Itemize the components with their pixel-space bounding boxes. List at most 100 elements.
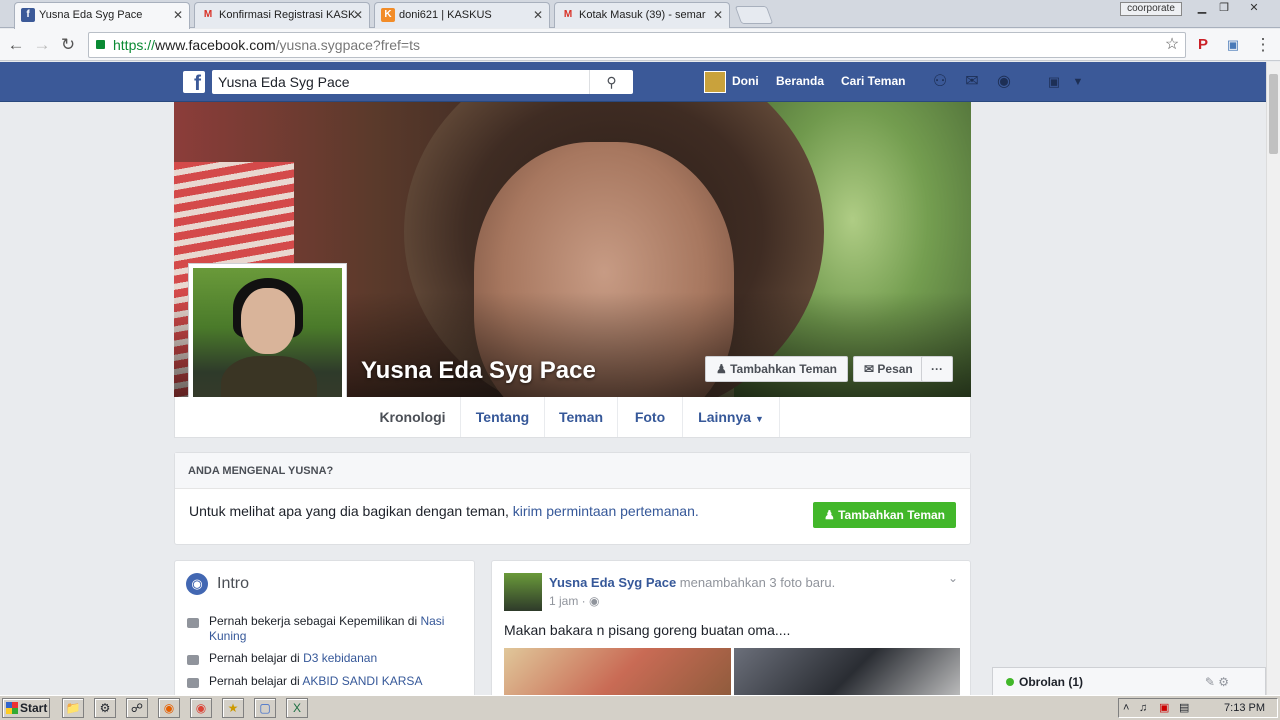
post-author-avatar[interactable] <box>504 573 542 611</box>
browser-tab-facebook[interactable]: f Yusna Eda Syg Pace ✕ <box>14 2 190 29</box>
browser-tab-gmail-inbox[interactable]: M Kotak Masuk (39) - semar ✕ <box>554 2 730 28</box>
search-input[interactable]: Yusna Eda Syg Pace ⚲ <box>212 70 633 94</box>
volume-icon[interactable]: ♫ <box>1139 699 1147 717</box>
add-friend-label: Tambahkan Teman <box>838 508 945 522</box>
search-icon[interactable]: ⚲ <box>589 70 633 94</box>
send-friend-request-link[interactable]: kirim permintaan pertemanan. <box>513 503 699 519</box>
profile-tabs: Kronologi Tentang Teman Foto Lainnya ▼ <box>174 397 971 438</box>
close-icon[interactable]: ✕ <box>533 3 543 27</box>
profile-name[interactable]: Yusna Eda Syg Pace <box>361 357 596 385</box>
photo-detail <box>241 288 295 354</box>
close-icon[interactable]: ✕ <box>353 3 363 27</box>
address-bar[interactable]: https://www.facebook.com/yusna.sygpace?f… <box>88 32 1186 58</box>
menu-icon[interactable]: ⋮ <box>1252 34 1274 56</box>
extension-icon[interactable]: ▣ <box>1222 34 1244 56</box>
start-label: Start <box>20 701 48 715</box>
message-label: Pesan <box>877 362 913 376</box>
back-arrow-icon[interactable]: ← <box>5 34 27 56</box>
pinterest-icon[interactable]: P <box>1192 34 1214 56</box>
url-path: /yusna.sygpace?fref=ts <box>275 37 421 53</box>
messages-icon[interactable]: ✉ <box>962 72 982 92</box>
gear-icon[interactable]: ⚙ <box>1218 675 1229 689</box>
intro-card: ◉ Intro Pernah bekerja sebagai Kepemilik… <box>174 560 475 700</box>
post-action: menambahkan 3 foto baru. <box>676 575 836 590</box>
education-icon <box>187 655 199 665</box>
browser-tab-kaskus[interactable]: K doni621 | KASKUS ✕ <box>374 2 550 28</box>
facebook-logo[interactable]: f <box>183 71 205 93</box>
scrollbar-thumb[interactable] <box>1269 74 1278 154</box>
chrome-icon[interactable]: ◉ <box>190 698 212 718</box>
start-button[interactable]: Start <box>2 698 50 718</box>
education-link[interactable]: D3 kebidanan <box>303 651 377 665</box>
tab-kronologi[interactable]: Kronologi <box>365 397 461 437</box>
add-friend-button-green[interactable]: ♟ Tambahkan Teman <box>812 502 956 528</box>
post-photo[interactable] <box>734 648 960 699</box>
tab-lainnya[interactable]: Lainnya ▼ <box>683 397 780 437</box>
more-options-button[interactable]: ··· <box>921 356 953 382</box>
add-friend-icon: ♟ <box>716 362 731 376</box>
education-icon <box>187 678 199 688</box>
avatar[interactable] <box>704 71 726 93</box>
compose-icon[interactable]: ✎ <box>1205 675 1215 689</box>
restore-icon[interactable]: ❐ <box>1214 2 1234 16</box>
window-close-icon[interactable]: ✕ <box>1244 2 1264 16</box>
tab-teman[interactable]: Teman <box>545 397 618 437</box>
nav-profile-link[interactable]: Doni <box>732 74 759 88</box>
notifications-globe-icon[interactable]: ◉ <box>994 72 1014 92</box>
url-host: www.facebook.com <box>155 37 276 53</box>
excel-icon[interactable]: X <box>286 698 308 718</box>
browser-tab-gmail-konfirmasi[interactable]: M Konfirmasi Registrasi KASK ✕ <box>194 2 370 28</box>
tab-title: Konfirmasi Registrasi KASK <box>219 9 356 21</box>
message-button[interactable]: ✉ Pesan <box>853 356 924 382</box>
forward-arrow-icon[interactable]: → <box>31 34 53 56</box>
close-icon[interactable]: ✕ <box>713 3 723 27</box>
settings-icon[interactable]: ⚙ <box>94 698 116 718</box>
page-scrollbar[interactable] <box>1266 62 1280 695</box>
app-icon[interactable]: ★ <box>222 698 244 718</box>
add-friend-icon: ♟ <box>823 508 839 522</box>
gmail-icon: M <box>203 9 213 20</box>
network-icon[interactable]: ☍ <box>126 698 148 718</box>
nav-find-friends-link[interactable]: Cari Teman <box>841 74 905 88</box>
gmail-icon: M <box>563 9 573 20</box>
profile-photo <box>193 268 342 417</box>
post-options-chevron-icon[interactable]: ⌄ <box>948 571 958 585</box>
browser-tab-strip: f Yusna Eda Syg Pace ✕ M Konfirmasi Regi… <box>0 0 1280 29</box>
folder-icon[interactable]: 📁 <box>62 698 84 718</box>
tray-expand-icon[interactable]: ˄ <box>1123 699 1129 717</box>
firefox-icon[interactable]: ◉ <box>158 698 180 718</box>
security-icon[interactable]: ▣ <box>1159 699 1169 717</box>
close-icon[interactable]: ✕ <box>173 3 183 27</box>
know-friend-card: ANDA MENGENAL YUSNA? Untuk melihat apa y… <box>174 452 971 545</box>
post-author-link[interactable]: Yusna Eda Syg Pace <box>549 575 676 590</box>
add-friend-label: Tambahkan Teman <box>730 362 838 376</box>
education-link[interactable]: AKBID SANDI KARSA <box>302 674 422 688</box>
know-card-message: Untuk melihat apa yang dia bagikan denga… <box>189 503 699 519</box>
post-photo[interactable] <box>504 648 731 699</box>
bookmark-star-icon[interactable]: ☆ <box>1161 34 1183 56</box>
chat-sidebar-toggle[interactable]: Obrolan (1) ✎ ⚙ <box>992 667 1266 695</box>
nav-home-link[interactable]: Beranda <box>776 74 824 88</box>
tab-foto[interactable]: Foto <box>618 397 683 437</box>
add-friend-button[interactable]: ♟ Tambahkan Teman <box>705 356 849 382</box>
tab-tentang[interactable]: Tentang <box>461 397 545 437</box>
kaskus-icon: K <box>381 8 395 22</box>
intro-item-text: Pernah belajar di <box>209 674 303 688</box>
lock-icon <box>96 40 105 49</box>
browser-profile-button[interactable]: coorporate <box>1120 2 1182 16</box>
post-time[interactable]: 1 jam · ◉ <box>549 594 600 608</box>
privacy-lock-icon[interactable]: ▣ <box>1044 72 1064 92</box>
browser-toolbar: ← → ↻ https://www.facebook.com/yusna.syg… <box>0 29 1280 61</box>
account-dropdown-icon[interactable]: ▼ <box>1068 72 1088 92</box>
reload-icon[interactable]: ↻ <box>57 34 79 56</box>
url-scheme: https:// <box>113 37 156 53</box>
window-icon[interactable]: ▢ <box>254 698 276 718</box>
new-tab-button[interactable] <box>734 6 774 24</box>
briefcase-icon <box>187 618 199 628</box>
minimize-icon[interactable]: ▁ <box>1192 2 1212 16</box>
network-tray-icon[interactable]: ▤ <box>1179 699 1189 717</box>
friend-requests-icon[interactable]: ⚇ <box>930 72 950 92</box>
clock[interactable]: 7:13 PM <box>1224 699 1265 717</box>
post-timestamp: 1 jam · <box>549 594 590 608</box>
search-value: Yusna Eda Syg Pace <box>218 74 350 90</box>
